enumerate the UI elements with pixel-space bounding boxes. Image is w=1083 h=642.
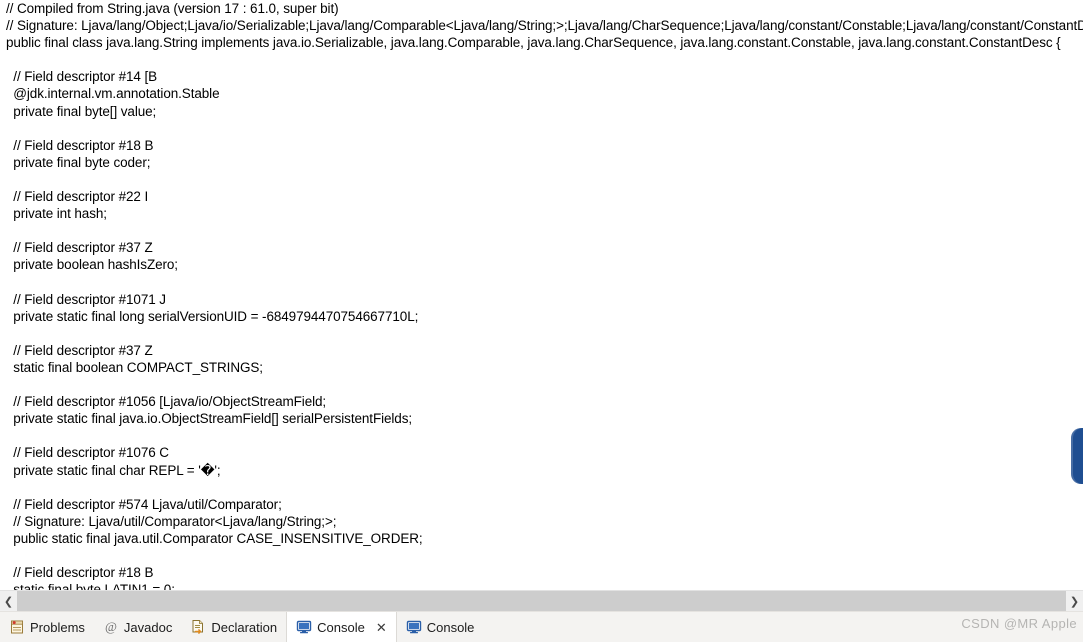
scroll-right-arrow-icon[interactable]: ❯ [1066,591,1083,611]
tab-label: Problems [30,619,85,635]
javadoc-icon: @ [103,619,119,635]
view-tab-bar: Problems @ Javadoc Declaration Console ✕ Conso… [0,611,1083,642]
console-line: // Field descriptor #18 B [6,137,154,153]
tab-console-2[interactable]: Console [397,612,484,642]
console-line: // Field descriptor #1056 [Ljava/io/Obje… [6,394,327,410]
console-icon [406,619,422,635]
console-line: // Field descriptor #37 Z [6,240,153,256]
console-line: // Field descriptor #1076 C [6,445,169,461]
scroll-position-marker[interactable] [1071,428,1083,484]
console-line: @jdk.internal.vm.annotation.Stable [6,86,220,102]
console-line: // Field descriptor #574 Ljava/util/Comp… [6,496,282,512]
console-line: public final class java.lang.String impl… [6,35,1061,51]
horizontal-scrollbar-thumb[interactable] [17,591,1066,611]
console-line: public static final java.util.Comparator… [6,530,423,546]
console-line: private static final java.io.ObjectStrea… [6,411,413,427]
tab-label: Javadoc [123,619,173,635]
tab-javadoc[interactable]: @ Javadoc [94,612,181,642]
console-line: private boolean hashIsZero; [6,257,178,273]
console-line: // Compiled from String.java (version 17… [6,1,339,16]
console-line: // Signature: Ljava/lang/Object;Ljava/io… [6,18,1083,34]
problems-icon [9,619,25,635]
console-line: // Signature: Ljava/util/Comparator<Ljav… [6,513,337,529]
tab-problems[interactable]: Problems [0,612,94,642]
horizontal-scrollbar-track[interactable] [17,591,1066,611]
console-output-area[interactable]: // Compiled from String.java (version 17… [0,0,1083,590]
console-line: private int hash; [6,206,107,222]
console-line: static final byte LATIN1 = 0; [6,582,175,590]
console-line: // Field descriptor #22 I [6,189,149,205]
console-line: static final boolean COMPACT_STRINGS; [6,359,263,375]
console-output-text: // Compiled from String.java (version 17… [6,0,1083,590]
console-line: private final byte coder; [6,154,151,170]
console-line: private final byte[] value; [6,103,157,119]
console-icon [296,619,312,635]
svg-text:@: @ [105,619,117,634]
console-line: private static final char REPL = '�'; [6,462,221,478]
tab-label: Console [317,619,365,635]
tab-console-1[interactable]: Console ✕ [286,612,397,642]
console-line: // Field descriptor #18 B [6,565,154,581]
console-line: private static final long serialVersionU… [6,308,419,324]
console-line: // Field descriptor #14 [B [6,69,158,85]
console-line: // Field descriptor #1071 J [6,291,166,307]
horizontal-scrollbar[interactable]: ❮ ❯ [0,590,1083,611]
close-icon[interactable]: ✕ [376,621,387,634]
console-line: // Field descriptor #37 Z [6,342,153,358]
tab-label: Declaration [211,619,278,635]
tab-label: Console [426,619,475,635]
eclipse-bottom-panel: // Compiled from String.java (version 17… [0,0,1083,642]
declaration-icon [190,619,206,635]
scroll-left-arrow-icon[interactable]: ❮ [0,591,17,611]
tab-declaration[interactable]: Declaration [181,612,286,642]
